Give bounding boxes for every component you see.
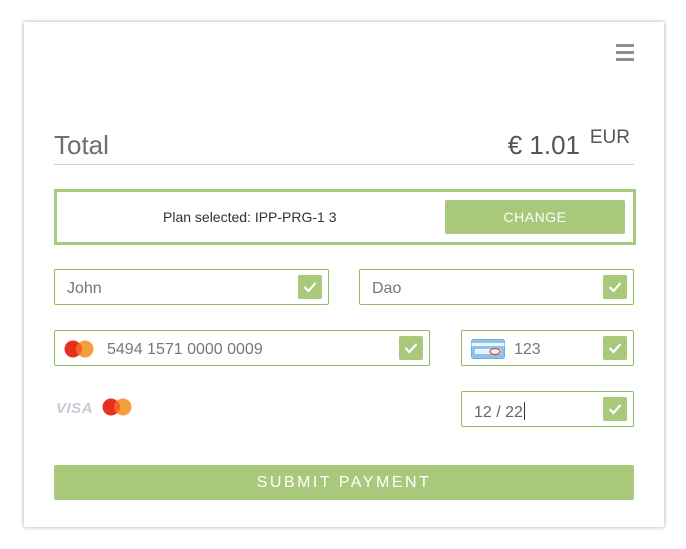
total-label: Total bbox=[54, 130, 109, 160]
text-caret bbox=[523, 402, 525, 420]
last-name-value: Dao bbox=[372, 280, 402, 297]
expiry-field[interactable]: 12 / 22 bbox=[461, 391, 634, 427]
plan-selection: Plan selected: IPP-PRG-1 3 CHANGE bbox=[54, 189, 636, 245]
mastercard-logo bbox=[102, 398, 132, 416]
hamburger-menu-icon[interactable] bbox=[616, 44, 634, 62]
valid-check-icon bbox=[603, 275, 627, 299]
valid-check-icon bbox=[298, 275, 322, 299]
mastercard-icon bbox=[64, 340, 94, 358]
cvv-value: 123 bbox=[514, 341, 541, 358]
submit-payment-button[interactable]: SUBMIT PAYMENT bbox=[54, 465, 634, 500]
valid-check-icon bbox=[603, 397, 627, 421]
change-plan-button[interactable]: CHANGE bbox=[445, 200, 625, 234]
valid-check-icon bbox=[399, 336, 423, 360]
last-name-field[interactable]: Dao bbox=[359, 269, 634, 305]
card-number-field[interactable]: 5494 1571 0000 0009 bbox=[54, 330, 430, 366]
card-back-cvv-icon bbox=[471, 339, 505, 359]
total-currency: EUR bbox=[589, 127, 630, 148]
valid-check-icon bbox=[603, 336, 627, 360]
payment-card: Total € 1.01 EUR Plan selected: IPP-PRG-… bbox=[24, 22, 664, 527]
first-name-field[interactable]: John bbox=[54, 269, 329, 305]
total-row: Total € 1.01 EUR bbox=[54, 122, 634, 165]
visa-logo: VISA bbox=[56, 400, 94, 417]
expiry-value: 12 / 22 bbox=[474, 404, 523, 421]
total-amount: € 1.01 bbox=[507, 130, 580, 160]
first-name-value: John bbox=[67, 280, 102, 297]
card-number-value: 5494 1571 0000 0009 bbox=[107, 341, 263, 358]
plan-selected-text: Plan selected: IPP-PRG-1 3 bbox=[163, 209, 337, 225]
cvv-field[interactable]: 123 bbox=[461, 330, 634, 366]
